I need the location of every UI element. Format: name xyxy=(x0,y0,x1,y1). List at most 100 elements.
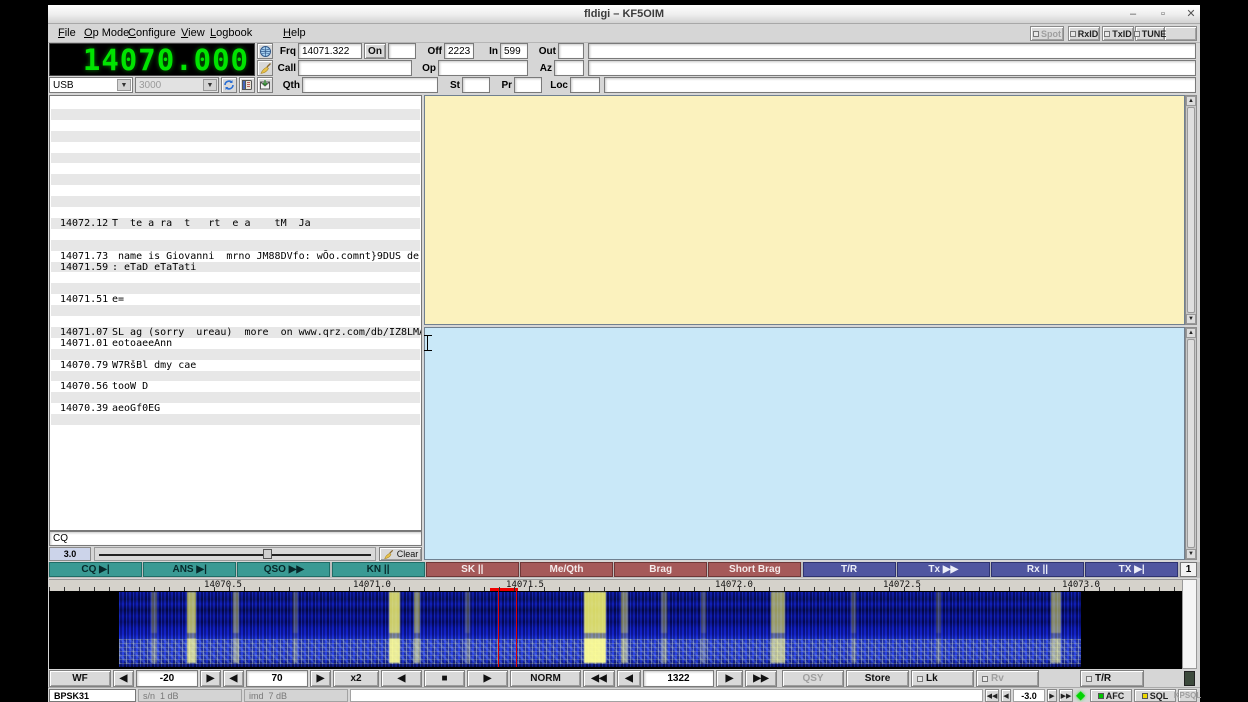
scroll-down-icon[interactable]: ▼ xyxy=(1186,314,1196,324)
browser-line[interactable]: 14071.07SL ag (sorry ureau) more on www.… xyxy=(50,327,421,338)
rx-scrollbar[interactable]: ▲ ▼ xyxy=(1185,95,1197,325)
tr-button[interactable]: T/R xyxy=(1080,670,1144,687)
mode-select[interactable]: USB ▼ xyxy=(49,77,133,93)
browser-row[interactable] xyxy=(51,174,420,185)
sync-icon[interactable] xyxy=(221,77,237,93)
browser-row[interactable] xyxy=(51,414,420,425)
macro-cq-[interactable]: CQ ▶| xyxy=(49,562,142,577)
speed-button[interactable]: NORM xyxy=(510,670,581,687)
kpsql-button[interactable]: KPSQL xyxy=(1178,689,1197,702)
browser-row[interactable] xyxy=(51,142,420,153)
notes-field-3[interactable] xyxy=(604,77,1196,93)
tx-scrollbar-thumb[interactable] xyxy=(1187,339,1195,548)
browser-row[interactable] xyxy=(51,185,420,196)
minimize-button[interactable]: – xyxy=(1122,7,1144,21)
browser-line[interactable]: 14072.12T te a ra t rt e a tM Ja xyxy=(50,218,421,229)
browser-row[interactable] xyxy=(51,207,420,218)
browser-row[interactable] xyxy=(51,163,420,174)
frq-input[interactable]: 14071.322 xyxy=(298,43,362,59)
browser-line[interactable]: 14071.51e= xyxy=(50,294,421,305)
browser-row[interactable] xyxy=(51,371,420,382)
pr-input[interactable] xyxy=(514,77,542,93)
afc-button[interactable]: AFC xyxy=(1090,689,1132,702)
st-input[interactable] xyxy=(462,77,490,93)
browser-line[interactable]: 14070.56tooW D xyxy=(50,381,421,392)
browser-row[interactable] xyxy=(51,120,420,131)
browser-line[interactable]: 14070.79W7RšBl dmy cae xyxy=(50,360,421,371)
toggle-rxid[interactable]: RxID xyxy=(1068,26,1100,41)
squelch-slider[interactable] xyxy=(94,547,376,561)
close-button[interactable]: ✕ xyxy=(1180,7,1202,21)
on-button[interactable]: On xyxy=(364,43,386,59)
toggle-txid[interactable]: TxID xyxy=(1102,26,1134,41)
stop-button[interactable]: ■ xyxy=(424,670,465,687)
macro-set-button[interactable]: 1 xyxy=(1180,562,1197,577)
carrier-down-button[interactable]: ◀ xyxy=(617,670,641,687)
vfo-frequency-display[interactable]: 14070.000 xyxy=(49,43,255,76)
zoom-button[interactable]: x2 xyxy=(333,670,379,687)
signal-browser[interactable]: 14072.12T te a ra t rt e a tM Ja14071.73… xyxy=(49,95,422,531)
afc-step-left-button[interactable]: ◀ xyxy=(1001,689,1011,702)
browser-row[interactable] xyxy=(51,98,420,109)
browser-row[interactable] xyxy=(51,196,420,207)
browser-row[interactable] xyxy=(51,240,420,251)
az-input[interactable] xyxy=(554,60,584,76)
scroll-right-button[interactable]: ▶ xyxy=(467,670,508,687)
qth-input[interactable] xyxy=(302,77,438,93)
menu-item-logbook[interactable]: Logbook xyxy=(205,25,257,42)
notes-field-1[interactable] xyxy=(588,43,1196,59)
bandwidth-select[interactable]: 3000 ▼ xyxy=(135,77,219,93)
menu-item-file[interactable]: File xyxy=(53,25,81,42)
macro-qso-[interactable]: QSO ▶▶ xyxy=(237,562,330,577)
range-decrease-button[interactable]: ◀ xyxy=(223,670,244,687)
macro-short-brag[interactable]: Short Brag xyxy=(708,562,801,577)
op-input[interactable] xyxy=(438,60,528,76)
carrier-up-button[interactable]: ▶ xyxy=(716,670,743,687)
macro-sk-[interactable]: SK || xyxy=(426,562,519,577)
rst-out-input[interactable] xyxy=(558,43,584,59)
range-increase-button[interactable]: ▶ xyxy=(310,670,331,687)
carrier-frequency-value[interactable]: 1322 xyxy=(643,670,714,687)
macro-t-r[interactable]: T/R xyxy=(803,562,896,577)
loc-input[interactable] xyxy=(570,77,600,93)
browser-row[interactable] xyxy=(51,131,420,142)
gain-decrease-button[interactable]: ◀ xyxy=(113,670,134,687)
globe-icon[interactable] xyxy=(257,43,273,59)
time-off-input[interactable]: 2223 xyxy=(444,43,474,59)
browser-row[interactable] xyxy=(51,305,420,316)
qsy-button[interactable]: QSY xyxy=(782,670,844,687)
afc-seek-left-button[interactable]: ◀◀ xyxy=(985,689,999,702)
browser-row[interactable] xyxy=(51,283,420,294)
macro-me-qth[interactable]: Me/Qth xyxy=(520,562,613,577)
logbook-icon[interactable] xyxy=(239,77,255,93)
seek-right-button[interactable]: ▶▶ xyxy=(745,670,777,687)
chevron-down-icon[interactable]: ▼ xyxy=(117,79,131,91)
afc-step-right-button[interactable]: ▶ xyxy=(1047,689,1057,702)
menu-item-configure[interactable]: Configure xyxy=(123,25,181,42)
browser-line[interactable]: 14071.59: eTaD eTaTati xyxy=(50,262,421,273)
maximize-button[interactable]: ▫ xyxy=(1152,7,1174,21)
browser-row[interactable] xyxy=(51,392,420,403)
clear-button[interactable]: Clear xyxy=(379,547,422,561)
reverse-button[interactable]: Rv xyxy=(976,670,1039,687)
browser-row[interactable] xyxy=(51,272,420,283)
range-value[interactable]: 70 xyxy=(246,670,308,687)
afc-offset-value[interactable]: -3.0 xyxy=(1013,689,1045,702)
waterfall-display[interactable] xyxy=(49,591,1182,669)
tx-text-panel[interactable] xyxy=(424,327,1185,560)
mode-status[interactable]: BPSK31 xyxy=(49,689,136,702)
toggle-tune[interactable]: TUNE xyxy=(1135,26,1165,41)
seek-left-button[interactable]: ◀◀ xyxy=(583,670,615,687)
lock-button[interactable]: Lk xyxy=(911,670,974,687)
toggle-spot[interactable]: Spot xyxy=(1030,26,1064,41)
macro-kn-[interactable]: KN || xyxy=(332,562,425,577)
waterfall-scale[interactable]: 14070.514071.014071.514072.014072.514073… xyxy=(49,579,1182,591)
gain-increase-button[interactable]: ▶ xyxy=(200,670,221,687)
rx-text-panel[interactable] xyxy=(424,95,1185,325)
sql-button[interactable]: SQL xyxy=(1134,689,1176,702)
browser-row[interactable] xyxy=(51,316,420,327)
rst-in-input[interactable]: 599 xyxy=(500,43,528,59)
store-button[interactable]: Store xyxy=(846,670,909,687)
afc-seek-right-button[interactable]: ▶▶ xyxy=(1059,689,1073,702)
macro-ans-[interactable]: ANS ▶| xyxy=(143,562,236,577)
